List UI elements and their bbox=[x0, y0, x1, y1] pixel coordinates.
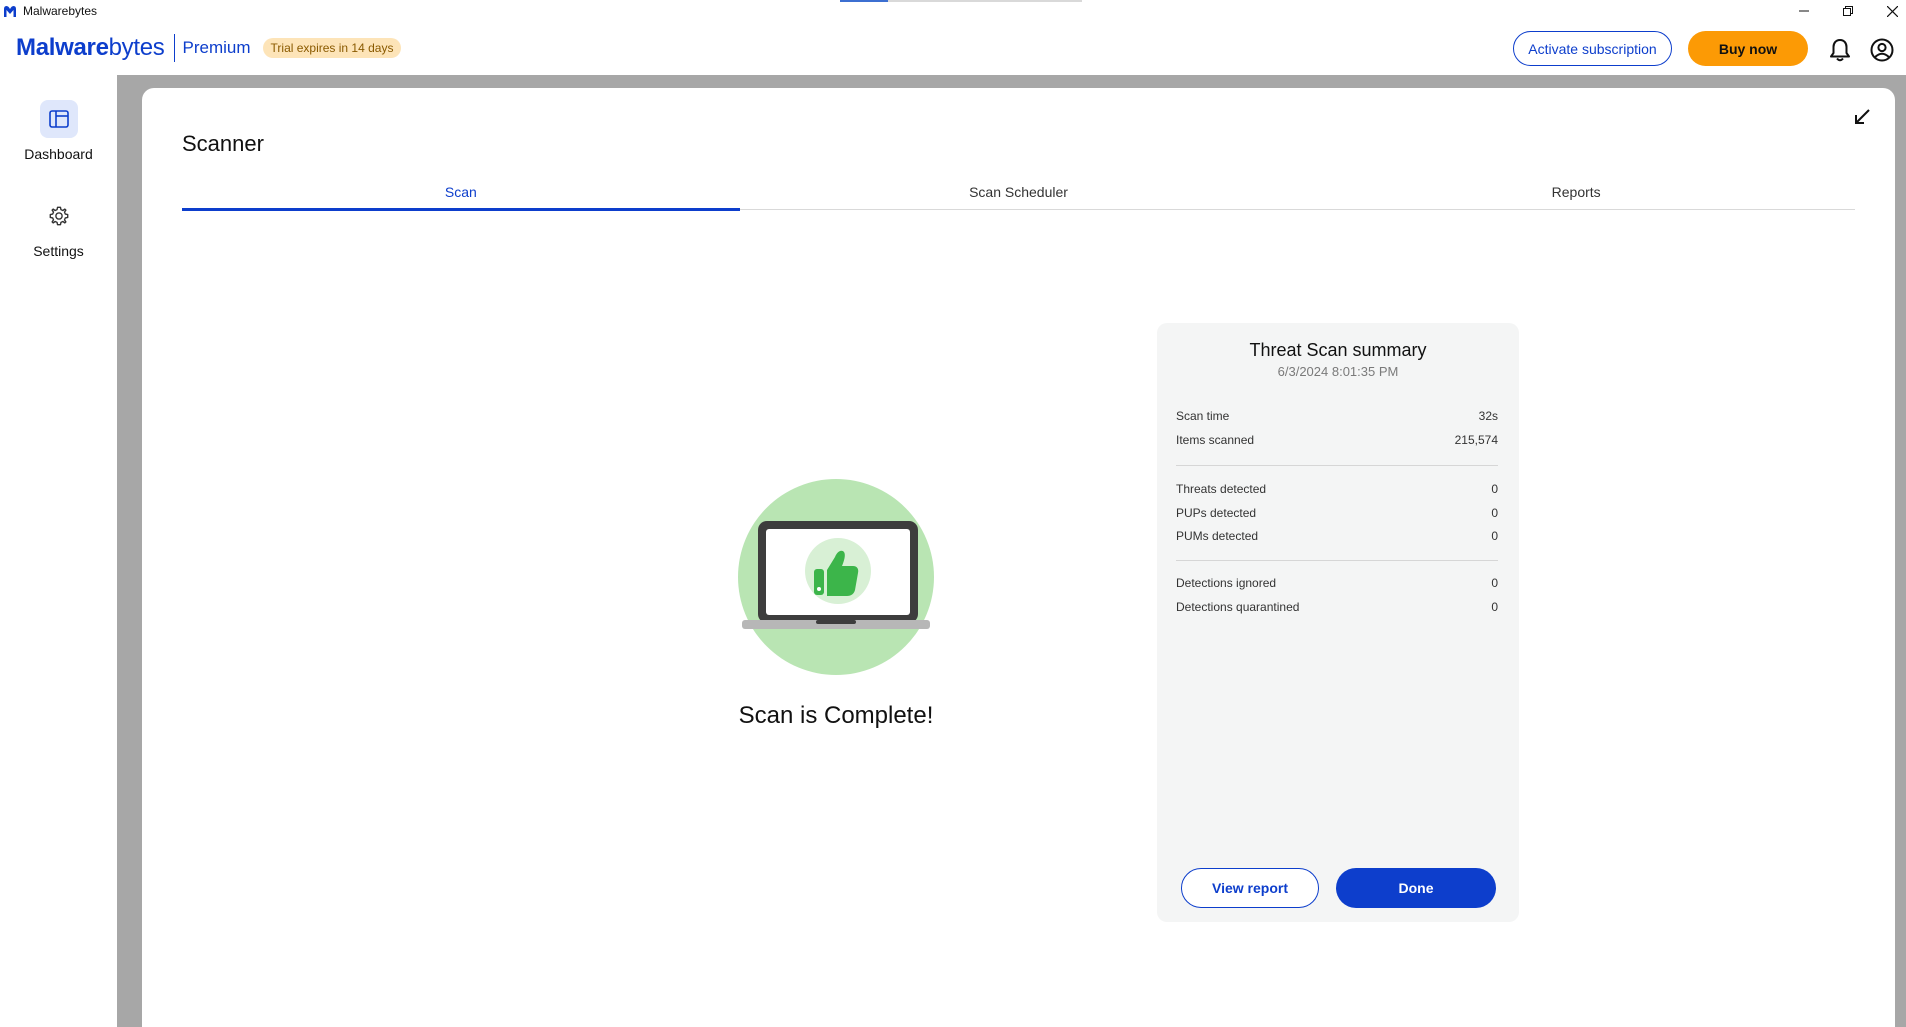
summary-label: Scan time bbox=[1176, 409, 1230, 423]
summary-value: 32s bbox=[1478, 409, 1498, 423]
tab-reports[interactable]: Reports bbox=[1297, 184, 1855, 209]
collapse-arrow-icon bbox=[1855, 109, 1870, 124]
sidebar: Dashboard Settings bbox=[0, 75, 117, 1027]
summary-value: 0 bbox=[1491, 482, 1498, 496]
summary-row-pups-detected: PUPs detected 0 bbox=[1176, 506, 1498, 520]
restore-button[interactable] bbox=[1826, 0, 1870, 22]
threat-scan-summary: Threat Scan summary 6/3/2024 8:01:35 PM … bbox=[1157, 323, 1519, 922]
dashboard-icon bbox=[48, 110, 69, 128]
brand: Malware bytes Premium Trial expires in 14… bbox=[16, 34, 402, 62]
summary-divider bbox=[1176, 465, 1498, 466]
summary-row-detections-ignored: Detections ignored 0 bbox=[1176, 576, 1498, 590]
activate-subscription-button[interactable]: Activate subscription bbox=[1513, 31, 1672, 66]
minimize-icon bbox=[1799, 10, 1809, 12]
collapse-button[interactable] bbox=[1847, 102, 1877, 132]
sidebar-item-settings[interactable]: Settings bbox=[0, 197, 117, 259]
summary-label: PUMs detected bbox=[1176, 529, 1259, 543]
summary-row-items-scanned: Items scanned 215,574 bbox=[1176, 433, 1498, 447]
close-icon bbox=[1886, 5, 1898, 17]
scanner-card: Scanner Scan Scan Scheduler Reports Scan… bbox=[142, 88, 1895, 1027]
account-icon bbox=[1870, 38, 1894, 62]
summary-divider bbox=[1176, 560, 1498, 561]
account-button[interactable] bbox=[1868, 36, 1896, 64]
tab-scan[interactable]: Scan bbox=[182, 184, 740, 211]
summary-row-pums-detected: PUMs detected 0 bbox=[1176, 529, 1498, 543]
brand-name-light: bytes bbox=[108, 34, 165, 61]
scan-complete-illustration bbox=[738, 479, 934, 675]
settings-icon-wrap bbox=[40, 197, 78, 235]
summary-value: 0 bbox=[1491, 529, 1498, 543]
window-tab-indicator bbox=[840, 0, 1082, 2]
scan-complete-message: Scan is Complete! bbox=[738, 702, 934, 729]
summary-value: 215,574 bbox=[1454, 433, 1498, 447]
sidebar-item-label: Settings bbox=[33, 243, 84, 259]
sidebar-item-label: Dashboard bbox=[24, 146, 93, 162]
summary-row-threats-detected: Threats detected 0 bbox=[1176, 482, 1498, 496]
thumbs-up-icon bbox=[805, 538, 871, 604]
dashboard-icon-wrap bbox=[39, 100, 78, 138]
summary-date: 6/3/2024 8:01:35 PM bbox=[1277, 364, 1399, 379]
summary-value: 0 bbox=[1491, 600, 1498, 614]
trial-badge: Trial expires in 14 days bbox=[262, 38, 402, 58]
summary-value: 0 bbox=[1491, 576, 1498, 590]
bell-icon bbox=[1830, 39, 1850, 62]
restore-icon bbox=[1843, 6, 1853, 16]
summary-title: Threat Scan summary bbox=[1249, 340, 1427, 360]
window-title: Malwarebytes bbox=[23, 4, 98, 18]
window-titlebar: Malwarebytes bbox=[0, 0, 1906, 24]
gear-icon bbox=[49, 206, 68, 226]
scanner-tabs: Scan Scan Scheduler Reports bbox=[182, 184, 1855, 211]
summary-label: PUPs detected bbox=[1176, 506, 1257, 520]
buy-now-button[interactable]: Buy now bbox=[1688, 31, 1808, 66]
close-button[interactable] bbox=[1870, 0, 1906, 22]
sidebar-item-dashboard[interactable]: Dashboard bbox=[0, 100, 117, 162]
summary-label: Threats detected bbox=[1176, 482, 1267, 496]
summary-row-detections-quarantined: Detections quarantined 0 bbox=[1176, 600, 1498, 614]
summary-value: 0 bbox=[1491, 506, 1498, 520]
summary-label: Detections ignored bbox=[1176, 576, 1277, 590]
summary-label: Detections quarantined bbox=[1176, 600, 1300, 614]
edition-label: Premium bbox=[182, 38, 251, 57]
view-report-button[interactable]: View report bbox=[1181, 868, 1319, 908]
malwarebytes-logo-icon bbox=[4, 6, 16, 17]
summary-label: Items scanned bbox=[1176, 433, 1255, 447]
page-title: Scanner bbox=[182, 131, 264, 156]
summary-row-scan-time: Scan time 32s bbox=[1176, 409, 1498, 423]
brand-divider bbox=[173, 34, 175, 62]
brand-name-bold: Malware bbox=[16, 34, 109, 61]
tab-scan-scheduler[interactable]: Scan Scheduler bbox=[740, 184, 1298, 209]
done-button[interactable]: Done bbox=[1336, 868, 1496, 908]
app-header: Malware bytes Premium Trial expires in 14… bbox=[0, 24, 1906, 75]
minimize-button[interactable] bbox=[1782, 0, 1826, 22]
brand-wordmark: Malware bytes bbox=[16, 34, 165, 62]
notifications-button[interactable] bbox=[1826, 36, 1854, 64]
